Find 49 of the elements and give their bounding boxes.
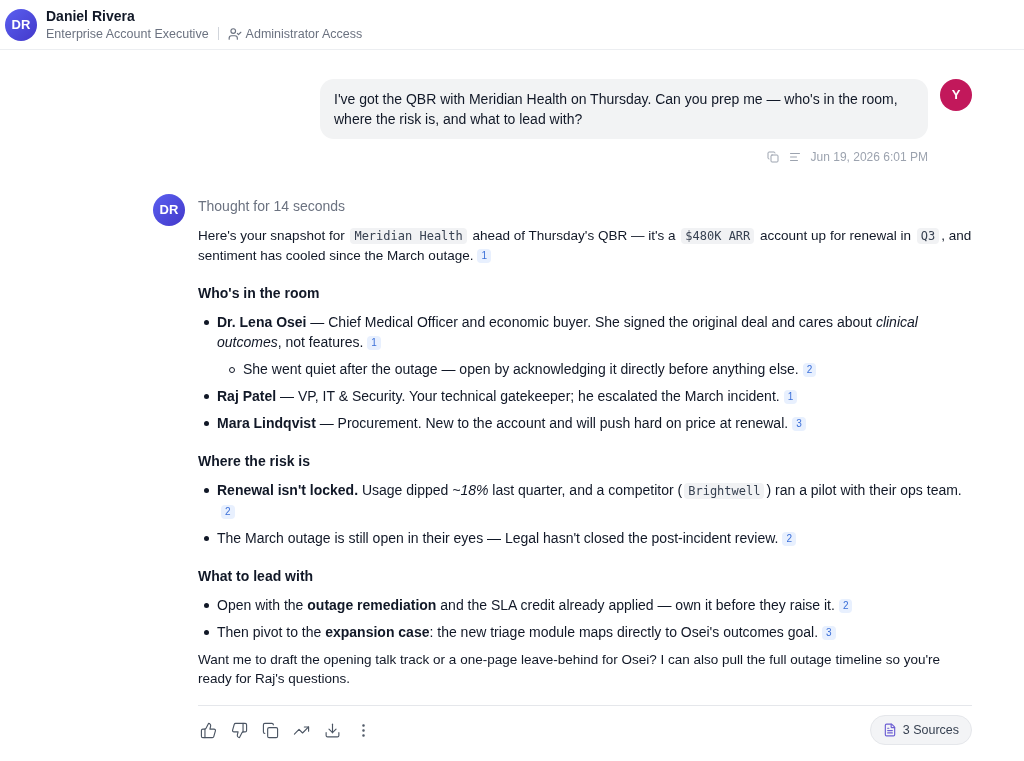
message-paragraph: Want me to draft the opening talk track or a one-page leave-behind for Osei? I can also pull the full outage timeline so you're ready for Raj's questions.	[198, 651, 941, 688]
section-heading: Who's in the room	[198, 284, 321, 303]
inline-code: Brightwell	[684, 483, 765, 499]
citation-link[interactable]: 1	[477, 249, 491, 264]
list-item-text: Then pivot to the expansion case: the new triage module maps directly to Osei's outcomes goal. 3	[217, 622, 972, 642]
bullet-icon	[204, 536, 209, 541]
citation-link[interactable]: 2	[802, 363, 817, 378]
assistant-avatar: DR	[153, 194, 185, 226]
citation-link[interactable]: 3	[822, 626, 836, 641]
user-avatar: Y	[940, 79, 972, 111]
section-heading: What to lead with	[198, 567, 315, 586]
list-item-text: Mara Lindqvist — Procurement. New to the account and will push hard on price at renewal. 3	[217, 413, 972, 433]
bullet-icon	[204, 320, 209, 325]
citation-link[interactable]: 1	[367, 336, 381, 351]
list-item-text: Dr. Lena Osei — Chief Medical Officer and economic buyer. She signed the original deal and cares about clinical outcomes, not features. 1	[217, 313, 919, 352]
user-name: Daniel Rivera	[46, 6, 136, 25]
bullet-icon	[204, 421, 209, 426]
citation-link[interactable]: 2	[838, 599, 853, 614]
citation-link[interactable]: 2	[782, 532, 796, 547]
user-check-icon	[227, 26, 242, 41]
inline-code: Q3	[916, 228, 940, 244]
citation-link[interactable]: 1	[783, 390, 798, 405]
message-timestamp: Jun 19, 2026 6:01 PM	[810, 149, 928, 166]
thumbs-down-icon[interactable]	[231, 721, 248, 739]
access-level: Administrator Access	[245, 25, 363, 43]
user-avatar: DR	[5, 8, 37, 41]
list-item-text: Renewal isn't locked. Usage dipped ~18% last quarter, and a competitor ( Brightwell ) ran a pilot with their ops team. 2	[217, 481, 963, 521]
list-item-text: She went quiet after the outage — open by acknowledging it directly before anything else. 2	[243, 359, 972, 379]
message-paragraph: Here's your snapshot for Meridian Health ahead of Thursday's QBR — it's a $480K ARR account up for renewal in Q3 , and sentiment has cooled since the March outage. 1	[198, 227, 972, 265]
bullet-icon	[204, 488, 209, 493]
thumbs-up-icon[interactable]	[200, 721, 217, 739]
inline-code: Meridian Health	[350, 228, 467, 244]
document-icon	[882, 723, 897, 737]
download-icon[interactable]	[324, 721, 341, 739]
thought-duration[interactable]: Thought for 14 seconds	[198, 194, 972, 218]
bullet-icon	[204, 630, 209, 635]
bullet-icon	[204, 394, 209, 399]
bullet-icon	[204, 603, 209, 608]
section-heading: Where the risk is	[198, 452, 312, 471]
copy-icon[interactable]	[262, 721, 279, 739]
sources-button[interactable]: 3 Sources	[869, 715, 972, 745]
inline-code: $480K ARR	[681, 228, 755, 244]
user-message-bubble: I've got the QBR with Meridian Health on Thursday. Can you prep me — who's in the room, where the risk is, and what to lead with?	[320, 79, 928, 139]
citation-link[interactable]: 2	[221, 505, 235, 520]
list-item-text: Raj Patel — VP, IT & Security. Your technical gatekeeper; he escalated the March incident. 1	[217, 386, 972, 406]
user-role: Enterprise Account Executive	[46, 25, 209, 43]
list-item-text: The March outage is still open in their eyes — Legal hasn't closed the post-incident review. 2	[217, 528, 972, 548]
citation-link[interactable]: 3	[792, 417, 806, 432]
list-item-text: Open with the outage remediation and the SLA credit already applied — own it before they raise it. 2	[217, 595, 972, 615]
